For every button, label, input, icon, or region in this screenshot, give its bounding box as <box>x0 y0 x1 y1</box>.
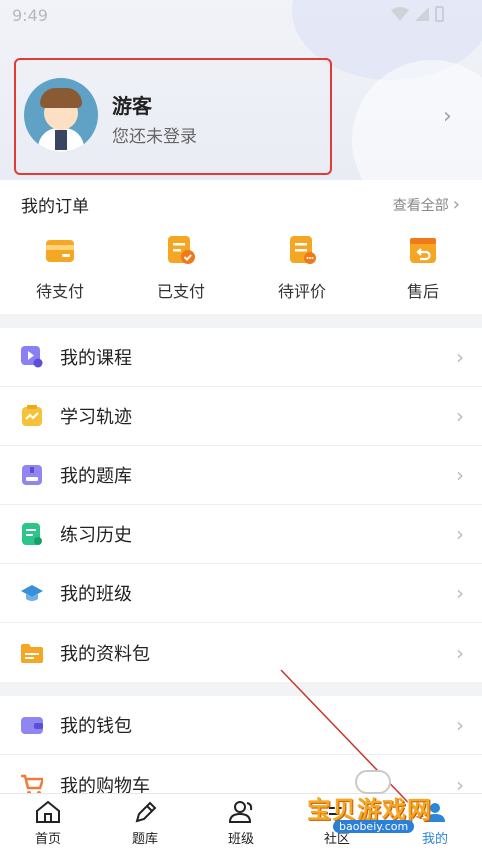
login-hint: 您还未登录 <box>112 127 197 147</box>
wallet-icon <box>21 717 43 734</box>
tab-label: 班级 <box>227 832 254 847</box>
view-all-label: 查看全部 <box>392 197 449 214</box>
folder-icon <box>21 643 43 663</box>
chevron-right-icon[interactable]: › <box>443 104 452 129</box>
battery-icon <box>435 6 444 22</box>
menu-item-resource-pack[interactable]: 我的资料包 › <box>0 623 482 682</box>
tab-label: 首页 <box>34 832 61 847</box>
username: 游客 <box>112 94 152 118</box>
watermark-url: baobeiy.com <box>333 820 415 833</box>
tab-label: 题库 <box>131 832 158 847</box>
tab-question-bank[interactable]: 题库 <box>110 800 180 847</box>
wallet-card-icon <box>46 240 74 262</box>
menu-label: 我的钱包 <box>60 716 132 737</box>
order-label: 售后 <box>406 282 439 301</box>
profile-card[interactable]: 游客 您还未登录 <box>14 58 332 175</box>
menu-label: 我的题库 <box>60 466 132 487</box>
menu-item-my-class[interactable]: 我的班级 › <box>0 564 482 623</box>
paid-check-icon <box>168 236 195 264</box>
avatar[interactable] <box>24 78 98 152</box>
chevron-right-icon: › <box>456 581 464 605</box>
menu-item-practice-history[interactable]: 练习历史 › <box>0 505 482 564</box>
course-play-icon <box>21 346 43 368</box>
order-pending-payment[interactable]: 待支付 <box>20 234 100 302</box>
order-label: 待支付 <box>35 282 84 301</box>
tab-home[interactable]: 首页 <box>13 800 83 847</box>
orders-section: 我的订单 查看全部 › 待支付 已支付 待评价 售后 <box>0 180 482 314</box>
menu-item-my-courses[interactable]: 我的课程 › <box>0 328 482 387</box>
profile-header: 9:49 游客 您还未登录 › <box>0 0 482 180</box>
chevron-right-icon: › <box>456 463 464 487</box>
menu-item-learning-trace[interactable]: 学习轨迹 › <box>0 387 482 446</box>
signal-icon <box>415 7 429 21</box>
return-box-icon <box>410 238 436 263</box>
class-users-icon <box>228 801 253 823</box>
menu-item-wallet[interactable]: 我的钱包 › <box>0 696 482 755</box>
chevron-right-icon: › <box>456 522 464 546</box>
watermark-logo: 宝贝游戏网 baobeiy.com <box>303 770 453 840</box>
history-doc-icon <box>22 523 42 545</box>
order-after-sales[interactable]: 售后 <box>383 234 463 302</box>
menu-label: 我的资料包 <box>60 643 150 665</box>
view-all-link[interactable]: 查看全部 › <box>393 194 460 215</box>
chevron-right-icon: › <box>452 194 460 215</box>
menu-label: 学习轨迹 <box>60 407 132 428</box>
order-to-review[interactable]: 待评价 <box>262 234 342 302</box>
order-label: 待评价 <box>277 282 326 301</box>
orders-title: 我的订单 <box>21 197 89 217</box>
menu-item-question-bank[interactable]: 我的题库 › <box>0 446 482 505</box>
review-doc-icon <box>290 236 316 264</box>
status-time: 9:49 <box>12 6 48 25</box>
question-bank-icon <box>22 465 42 485</box>
wifi-icon <box>391 7 409 21</box>
menu-label: 我的班级 <box>60 584 132 605</box>
order-paid[interactable]: 已支付 <box>141 234 221 302</box>
chevron-right-icon: › <box>456 404 464 428</box>
menu-group-main: 我的课程 › 学习轨迹 › 我的题库 › 练习历史 › 我的班级 › 我的资料包… <box>0 328 482 682</box>
tab-class[interactable]: 班级 <box>206 800 276 847</box>
status-bar: 9:49 <box>0 0 482 32</box>
pen-icon <box>135 801 157 823</box>
order-label: 已支付 <box>156 282 205 301</box>
trace-chart-icon <box>22 405 42 426</box>
menu-label: 练习历史 <box>60 525 132 546</box>
chevron-right-icon: › <box>456 640 464 665</box>
graduation-cap-icon <box>21 585 43 601</box>
menu-label: 我的课程 <box>60 348 132 369</box>
home-icon <box>36 800 60 823</box>
chevron-right-icon: › <box>456 713 464 737</box>
chevron-right-icon: › <box>456 345 464 369</box>
